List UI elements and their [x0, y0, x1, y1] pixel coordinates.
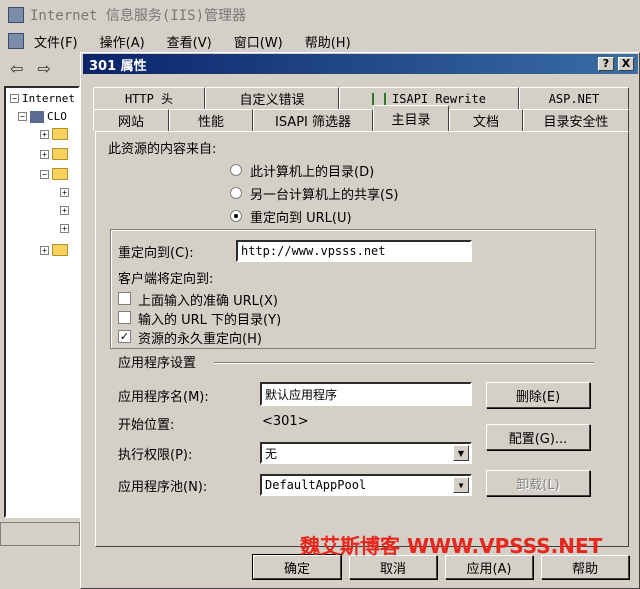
app-settings-divider	[214, 362, 594, 364]
tree-root[interactable]: − Internet	[10, 92, 75, 105]
collapse-icon[interactable]: −	[10, 94, 19, 103]
tree-item[interactable]: +	[40, 244, 68, 256]
checkbox-subdirectory-label: 输入的 URL 下的目录(Y)	[138, 313, 282, 328]
folder-icon	[52, 168, 68, 180]
tree-computer-label: CLO	[47, 110, 67, 123]
checkbox-permanent-redirect-label: 资源的永久重定向(H)	[138, 332, 262, 347]
radio-redirect-url[interactable]	[230, 210, 242, 222]
radio-local-directory-label: 此计算机上的目录(D)	[250, 165, 375, 180]
unload-button[interactable]: 卸载(L)	[486, 470, 590, 496]
tree-root-label: Internet	[22, 92, 75, 105]
app-pool-select[interactable]: DefaultAppPool ▼	[260, 474, 472, 496]
radio-network-share-label: 另一台计算机上的共享(S)	[250, 188, 399, 203]
manager-title: Internet 信息服务(IIS)管理器	[30, 8, 247, 24]
checkbox-permanent-redirect[interactable]: ✓	[118, 330, 131, 343]
start-position-label: 开始位置:	[118, 418, 175, 433]
tab-performance[interactable]: 性能	[169, 109, 253, 131]
checkbox-exact-url-label: 上面输入的准确 URL(X)	[138, 294, 278, 309]
start-position-value: <301>	[262, 414, 309, 429]
back-arrow-icon[interactable]: ⇦	[10, 59, 23, 78]
configure-button[interactable]: 配置(G)...	[486, 424, 590, 450]
radio-redirect-url-label: 重定向到 URL(U)	[250, 211, 352, 226]
watermark-text: 魏艾斯博客 WWW.VPSSS.NET	[300, 534, 603, 558]
content-source-label: 此资源的内容来自:	[108, 142, 217, 157]
dialog-title: 301 属性	[89, 58, 147, 74]
tree-item[interactable]: −	[40, 168, 68, 180]
dropdown-arrow-icon[interactable]: ▼	[453, 445, 469, 461]
menu-window[interactable]: 窗口(W)	[234, 32, 283, 51]
expand-icon[interactable]: +	[40, 149, 49, 159]
computer-icon	[8, 33, 24, 49]
radio-local-directory[interactable]	[230, 164, 242, 176]
app-pool-value: DefaultAppPool	[265, 478, 367, 492]
tab-isapi-filters[interactable]: ISAPI 筛选器	[253, 109, 373, 131]
expand-icon[interactable]: +	[60, 224, 69, 233]
folder-icon	[52, 148, 68, 160]
manager-menu-bar: 文件(F) 操作(A) 查看(V) 窗口(W) 帮助(H)	[0, 30, 640, 52]
client-redirect-label: 客户端将定向到:	[118, 272, 214, 287]
checkbox-subdirectory[interactable]	[118, 311, 131, 324]
folder-icon	[52, 244, 68, 256]
close-title-button[interactable]: X	[618, 57, 634, 71]
collapse-icon[interactable]: −	[40, 169, 49, 179]
iis-manager-icon	[8, 7, 24, 23]
manager-toolbar: ⇦ ⇨	[0, 54, 82, 82]
dropdown-arrow-icon[interactable]: ▼	[453, 477, 469, 493]
help-title-button[interactable]: ?	[598, 57, 614, 71]
collapse-icon[interactable]: −	[18, 112, 27, 121]
tab-asp-net[interactable]: ASP.NET	[519, 87, 629, 109]
site-tree: − Internet − CLO + + − + + + +	[4, 86, 80, 518]
tab-http-headers[interactable]: HTTP 头	[93, 87, 205, 109]
menu-file[interactable]: 文件(F)	[34, 32, 78, 51]
app-name-label: 应用程序名(M):	[118, 390, 209, 405]
screen: Internet 信息服务(IIS)管理器 文件(F) 操作(A) 查看(V) …	[0, 0, 640, 589]
tab-custom-errors[interactable]: 自定义错误	[205, 87, 339, 109]
menu-help[interactable]: 帮助(H)	[305, 32, 351, 51]
status-bar	[0, 522, 80, 546]
app-pool-label: 应用程序池(N):	[118, 480, 208, 495]
tree-item[interactable]: +	[60, 224, 72, 233]
properties-dialog: 301 属性 ? X HTTP 头 自定义错误 ISAPI_Rewrite AS…	[80, 52, 640, 589]
isapi-rewrite-icon	[372, 92, 387, 105]
app-settings-label: 应用程序设置	[118, 356, 197, 371]
forward-arrow-icon[interactable]: ⇨	[37, 59, 50, 78]
dialog-title-bar: 301 属性 ? X	[83, 54, 638, 74]
expand-icon[interactable]: +	[60, 206, 69, 215]
folder-icon	[52, 128, 68, 140]
radio-network-share[interactable]	[230, 187, 242, 199]
expand-icon[interactable]: +	[40, 245, 49, 255]
tab-isapi-rewrite-label: ISAPI_Rewrite	[392, 91, 486, 106]
remove-button[interactable]: 删除(E)	[486, 382, 590, 408]
menu-action[interactable]: 操作(A)	[100, 32, 145, 51]
app-name-input[interactable]: 默认应用程序	[260, 382, 472, 406]
tree-item[interactable]: +	[40, 128, 68, 140]
checkbox-exact-url[interactable]	[118, 292, 131, 305]
menu-view[interactable]: 查看(V)	[167, 32, 212, 51]
tab-directory-security[interactable]: 目录安全性	[523, 109, 629, 131]
tree-item[interactable]: +	[60, 206, 72, 215]
tab-website[interactable]: 网站	[93, 109, 169, 131]
redirect-to-label: 重定向到(C):	[118, 246, 194, 261]
tab-documents[interactable]: 文档	[449, 109, 523, 131]
tab-home-directory[interactable]: 主目录	[373, 105, 449, 131]
home-directory-panel: 此资源的内容来自: 此计算机上的目录(D) 另一台计算机上的共享(S) 重定向到…	[95, 131, 629, 547]
exec-permission-select[interactable]: 无 ▼	[260, 442, 472, 464]
server-icon	[30, 110, 44, 123]
expand-icon[interactable]: +	[60, 188, 69, 197]
exec-permission-value: 无	[265, 446, 278, 461]
expand-icon[interactable]: +	[40, 129, 49, 139]
manager-title-bar: Internet 信息服务(IIS)管理器	[0, 0, 640, 30]
tree-computer[interactable]: − CLO	[18, 110, 67, 123]
exec-permission-label: 执行权限(P):	[118, 448, 193, 463]
tree-item[interactable]: +	[40, 148, 68, 160]
redirect-url-input[interactable]: http://www.vpsss.net	[236, 240, 472, 262]
tree-item[interactable]: +	[60, 188, 72, 197]
